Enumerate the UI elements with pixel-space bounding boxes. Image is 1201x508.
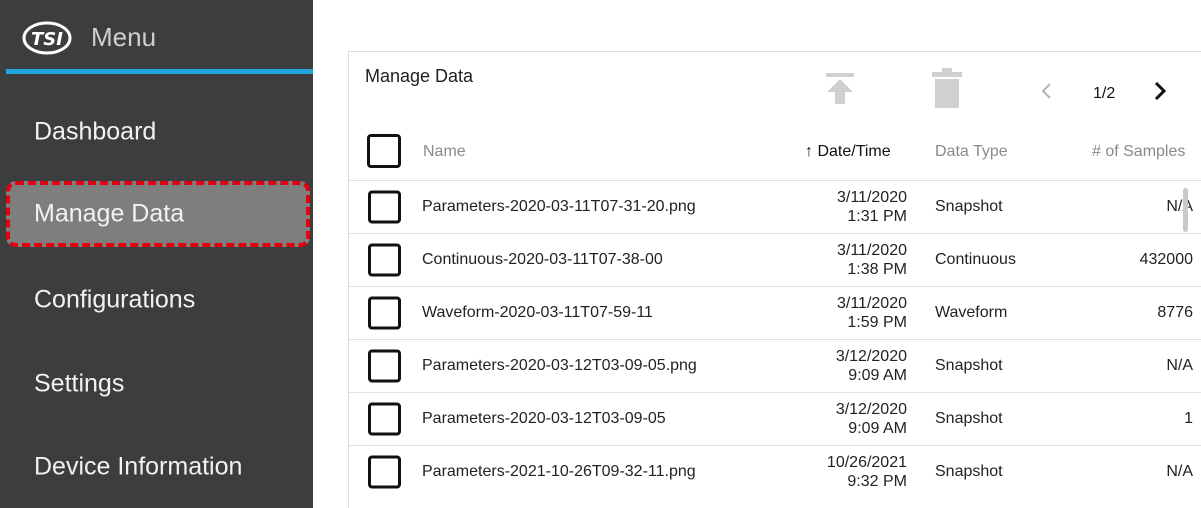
sidebar-item-manage-data[interactable]: Manage Data (6, 181, 310, 247)
sidebar-item-label: Settings (34, 369, 125, 398)
sample-count: N/A (1166, 357, 1193, 374)
row-checkbox[interactable] (368, 402, 401, 436)
file-name: Parameters-2020-03-12T03-09-05.png (422, 357, 697, 374)
table-row[interactable]: Continuous-2020-03-11T07-38-00 3/11/2020… (349, 233, 1201, 286)
file-name: Parameters-2020-03-12T03-09-05 (422, 410, 666, 427)
row-date: 3/11/2020 (837, 242, 907, 259)
sidebar-item-dashboard[interactable]: Dashboard (0, 102, 313, 162)
data-type: Continuous (935, 251, 1016, 268)
select-all-checkbox[interactable] (367, 134, 401, 168)
row-time: 9:09 AM (848, 367, 907, 384)
row-time: 9:32 PM (847, 473, 907, 490)
manage-data-panel: Manage Data 1/2 Name ↑ Date/Time Data Ty… (348, 51, 1201, 508)
file-name: Parameters-2020-03-11T07-31-20.png (422, 198, 696, 215)
table-row[interactable]: Waveform-2020-03-11T07-59-11 3/11/2020 1:… (349, 286, 1201, 339)
sample-count: N/A (1166, 463, 1193, 480)
row-checkbox[interactable] (368, 190, 401, 224)
menu-title[interactable]: Menu (91, 22, 156, 53)
upload-icon[interactable] (823, 71, 857, 105)
chevron-right-icon[interactable] (1152, 81, 1168, 101)
data-type: Snapshot (935, 410, 1003, 427)
row-datetime: 3/11/2020 1:31 PM (789, 188, 907, 226)
row-checkbox[interactable] (368, 243, 401, 277)
sample-count: N/A (1166, 198, 1193, 215)
data-type: Snapshot (935, 198, 1003, 215)
row-datetime: 3/12/2020 9:09 AM (789, 400, 907, 438)
sidebar-header: TSI Menu (0, 0, 313, 74)
sidebar-item-settings[interactable]: Settings (0, 354, 313, 414)
sidebar-item-label: Device Information (34, 452, 243, 481)
sample-count: 1 (1184, 410, 1193, 427)
page-title: Manage Data (365, 66, 474, 86)
table-row[interactable]: Parameters-2020-03-12T03-09-05.png 3/12/… (349, 339, 1201, 392)
row-checkbox[interactable] (368, 455, 401, 489)
column-header-type[interactable]: Data Type (935, 143, 1008, 161)
row-datetime: 3/11/2020 1:59 PM (789, 294, 907, 332)
data-table: Parameters-2020-03-11T07-31-20.png 3/11/… (349, 180, 1201, 498)
file-name: Parameters-2021-10-26T09-32-11.png (422, 463, 696, 480)
row-time: 9:09 AM (848, 420, 907, 437)
column-header-samples[interactable]: # of Samples (1092, 143, 1185, 161)
sample-count: 432000 (1139, 251, 1193, 268)
sidebar-item-label: Configurations (34, 285, 196, 314)
sidebar-item-label: Manage Data (34, 199, 185, 228)
trash-icon[interactable] (930, 68, 964, 108)
table-row[interactable]: Parameters-2020-03-11T07-31-20.png 3/11/… (349, 180, 1201, 233)
table-row[interactable]: Parameters-2020-03-12T03-09-05 3/12/2020… (349, 392, 1201, 445)
row-checkbox[interactable] (368, 296, 401, 330)
scrollbar[interactable] (1183, 188, 1188, 232)
page-indicator: 1/2 (1093, 85, 1116, 102)
row-datetime: 3/12/2020 9:09 AM (789, 347, 907, 385)
row-date: 10/26/2021 (826, 454, 907, 471)
tsi-logo-icon: TSI (22, 21, 72, 55)
row-date: 3/12/2020 (835, 348, 907, 365)
sidebar-item-label: Dashboard (34, 117, 157, 146)
row-time: 1:31 PM (847, 208, 907, 225)
accent-bar (6, 69, 313, 74)
row-date: 3/11/2020 (837, 189, 907, 206)
row-time: 1:59 PM (847, 314, 907, 331)
row-datetime: 10/26/2021 9:32 PM (789, 453, 907, 491)
sidebar-item-configurations[interactable]: Configurations (0, 270, 313, 330)
column-header-datetime[interactable]: ↑ Date/Time (805, 143, 891, 161)
row-date: 3/12/2020 (835, 401, 907, 418)
data-type: Waveform (935, 304, 1008, 321)
data-type: Snapshot (935, 463, 1003, 480)
svg-text:TSI: TSI (31, 29, 63, 50)
row-date: 3/11/2020 (837, 295, 907, 312)
sidebar-item-device-information[interactable]: Device Information (0, 437, 313, 497)
row-time: 1:38 PM (847, 261, 907, 278)
file-name: Waveform-2020-03-11T07-59-11 (422, 304, 653, 321)
column-header-name[interactable]: Name (423, 143, 466, 161)
row-checkbox[interactable] (368, 349, 401, 383)
sample-count: 8776 (1157, 304, 1193, 321)
data-type: Snapshot (935, 357, 1003, 374)
file-name: Continuous-2020-03-11T07-38-00 (422, 251, 663, 268)
table-row[interactable]: Parameters-2021-10-26T09-32-11.png 10/26… (349, 445, 1201, 498)
chevron-left-icon[interactable] (1039, 82, 1053, 100)
row-datetime: 3/11/2020 1:38 PM (789, 241, 907, 279)
sidebar: TSI Menu Dashboard Manage Data Configura… (0, 0, 313, 508)
